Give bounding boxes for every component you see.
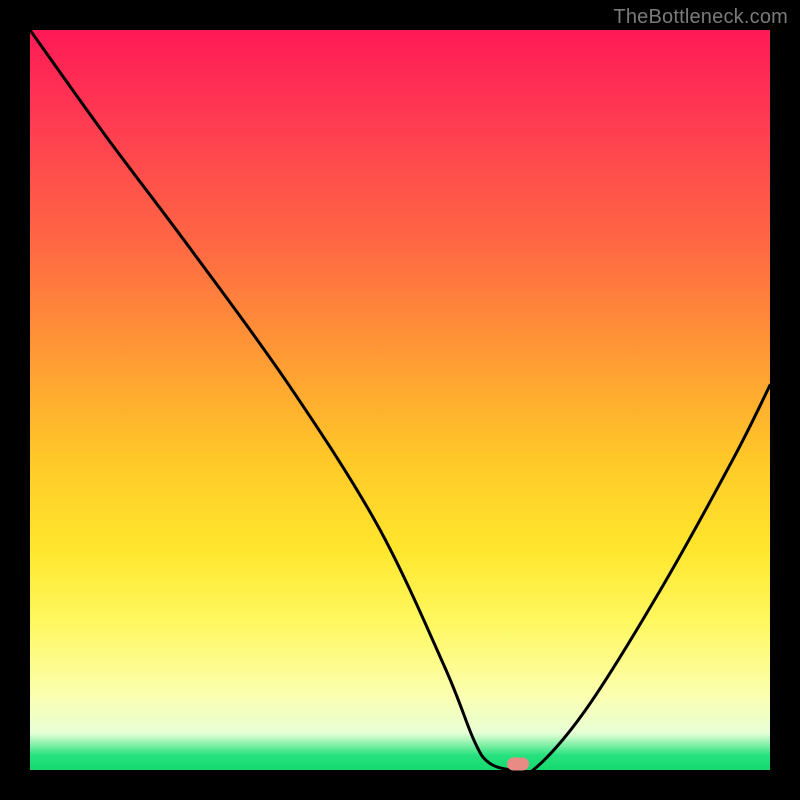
bottleneck-curve xyxy=(30,30,770,770)
curve-path xyxy=(30,30,770,775)
optimal-marker xyxy=(507,758,529,771)
watermark-text: TheBottleneck.com xyxy=(613,6,788,29)
plot-area xyxy=(30,30,770,770)
chart-frame: TheBottleneck.com xyxy=(0,0,800,800)
